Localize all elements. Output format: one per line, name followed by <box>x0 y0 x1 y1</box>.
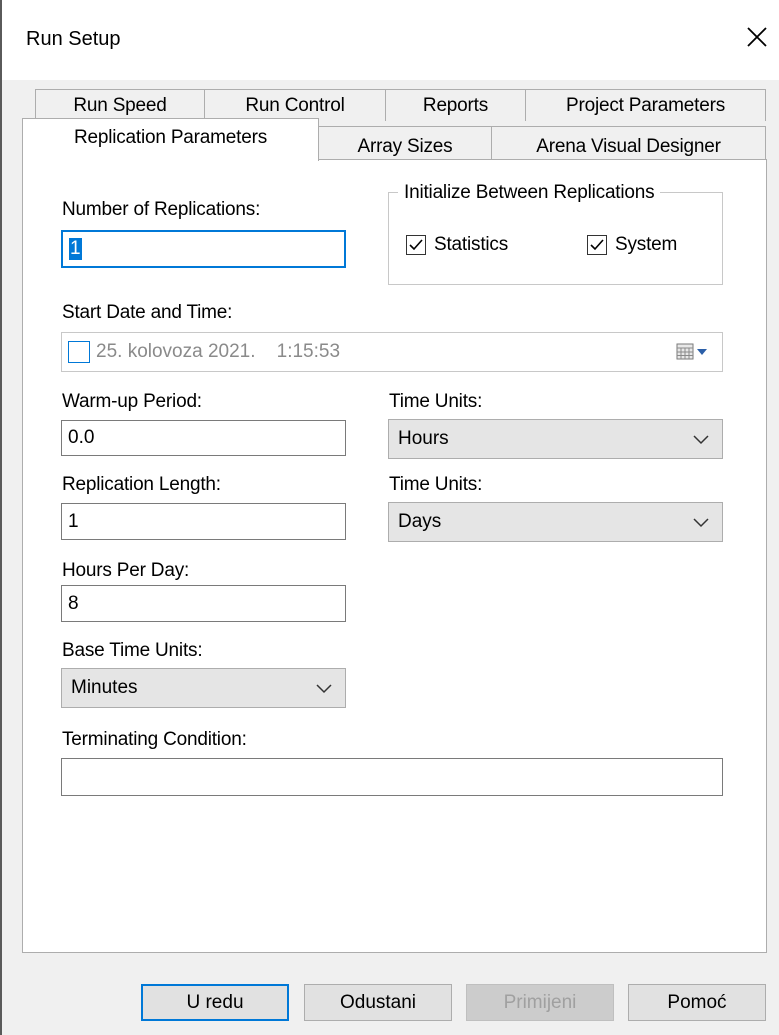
start-date-checkbox[interactable] <box>68 341 90 363</box>
base-time-units-label: Base Time Units: <box>62 640 203 661</box>
tab-arena-visual-designer[interactable]: Arena Visual Designer <box>491 126 766 160</box>
dialog-title: Run Setup <box>26 28 121 50</box>
apply-button[interactable]: Primijeni <box>466 984 614 1021</box>
warmup-label: Warm-up Period: <box>62 391 202 412</box>
num-replications-label: Number of Replications: <box>62 199 261 220</box>
ok-button[interactable]: U redu <box>141 984 289 1021</box>
terminating-condition-label: Terminating Condition: <box>62 729 247 750</box>
tab-project-parameters[interactable]: Project Parameters <box>525 89 766 121</box>
tab-replication-parameters[interactable]: Replication Parameters <box>22 118 319 161</box>
calendar-dropdown-icon[interactable] <box>676 343 710 361</box>
replication-length-input[interactable]: 1 <box>61 503 346 540</box>
tab-run-control[interactable]: Run Control <box>204 89 386 121</box>
time-units-select-2[interactable]: Days <box>388 502 723 542</box>
tab-run-speed[interactable]: Run Speed <box>35 89 205 121</box>
statistics-label: Statistics <box>434 234 509 255</box>
num-replications-input[interactable]: 1 <box>61 230 346 268</box>
time-units-select-1[interactable]: Hours <box>388 419 723 459</box>
check-icon <box>409 239 423 251</box>
cancel-button[interactable]: Odustani <box>304 984 452 1021</box>
chevron-down-icon <box>693 518 709 528</box>
start-date-picker[interactable]: 25. kolovoza 2021. 1:15:53 <box>61 332 723 372</box>
help-button[interactable]: Pomoć <box>628 984 766 1021</box>
warmup-input[interactable]: 0.0 <box>61 420 346 456</box>
chevron-down-icon <box>693 435 709 445</box>
base-time-units-select[interactable]: Minutes <box>61 668 346 708</box>
hours-per-day-input[interactable]: 8 <box>61 585 346 622</box>
window-edge <box>0 0 2 1035</box>
base-time-units-value: Minutes <box>71 677 138 698</box>
tab-array-sizes[interactable]: Array Sizes <box>318 126 492 160</box>
time-units-label-2: Time Units: <box>389 474 483 495</box>
time-units-value-1: Hours <box>398 428 449 449</box>
statistics-checkbox[interactable] <box>406 235 426 255</box>
check-icon <box>590 239 604 251</box>
hours-per-day-label: Hours Per Day: <box>62 560 190 581</box>
time-units-value-2: Days <box>398 511 442 532</box>
start-date-value: 25. kolovoza 2021. 1:15:53 <box>96 341 341 362</box>
initialize-group-title: Initialize Between Replications <box>398 182 661 204</box>
start-date-label: Start Date and Time: <box>62 302 233 323</box>
replication-length-label: Replication Length: <box>62 474 221 495</box>
chevron-down-icon <box>316 684 332 694</box>
close-icon[interactable] <box>744 24 770 50</box>
system-checkbox[interactable] <box>587 235 607 255</box>
num-replications-value: 1 <box>69 238 82 260</box>
tab-reports[interactable]: Reports <box>385 89 526 121</box>
time-units-label-1: Time Units: <box>389 391 483 412</box>
terminating-condition-input[interactable] <box>61 758 723 796</box>
system-label: System <box>615 234 678 255</box>
